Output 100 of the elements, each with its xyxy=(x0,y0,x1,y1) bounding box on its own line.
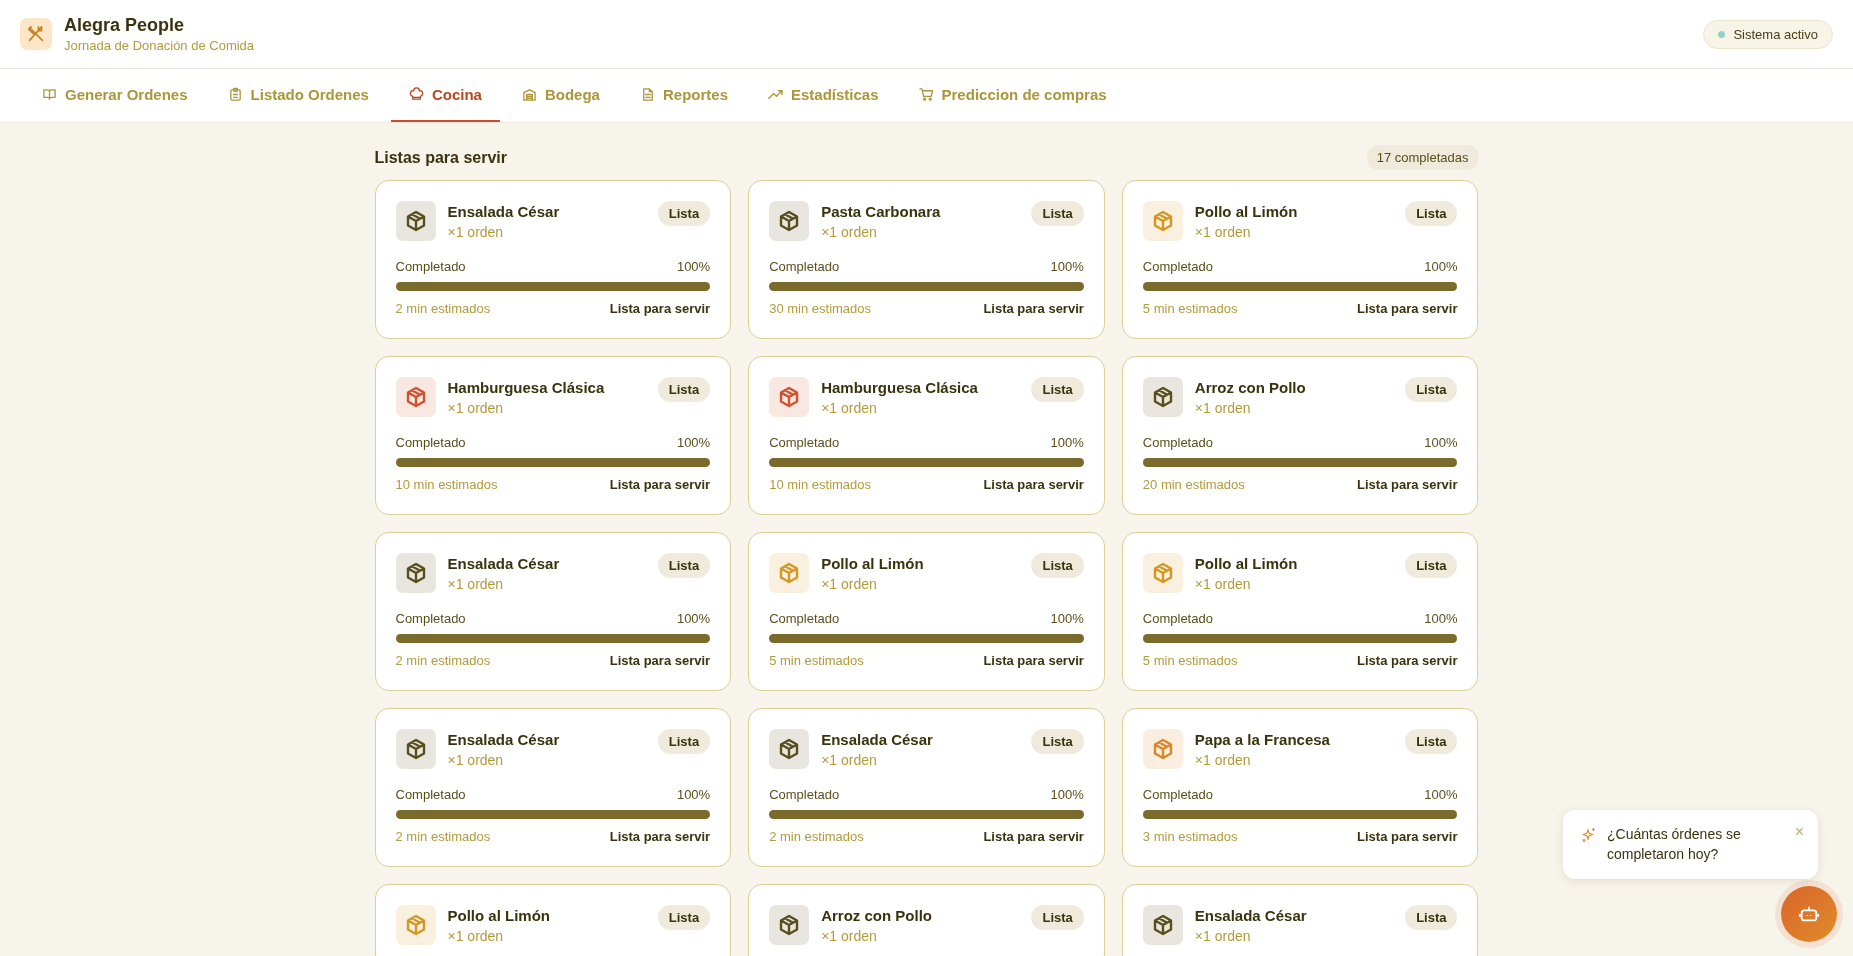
nav-tab[interactable]: Generar Ordenes xyxy=(24,69,206,122)
nav-tab[interactable]: Listado Ordenes xyxy=(209,69,387,122)
app-subtitle: Jornada de Donación de Comida xyxy=(64,38,255,53)
status-badge: Lista xyxy=(1031,201,1084,226)
progress-percent: 100% xyxy=(1050,259,1084,274)
status-badge: Lista xyxy=(657,905,711,930)
ready-status: Lista para servir xyxy=(1357,653,1458,668)
status-badge: Lista xyxy=(657,201,711,226)
progress-label: Completado xyxy=(395,611,466,626)
box-icon xyxy=(1142,377,1183,417)
status-badge: Lista xyxy=(657,377,711,402)
progress-percent: 100% xyxy=(1050,787,1084,802)
progress-percent: 100% xyxy=(1424,259,1458,274)
box-icon xyxy=(395,201,436,241)
progress-percent: 100% xyxy=(676,259,711,274)
status-badge: Lista xyxy=(1031,905,1084,930)
progress-percent: 100% xyxy=(1050,435,1084,450)
trend-icon xyxy=(768,87,783,102)
dish-name: Arroz con Pollo xyxy=(1194,379,1307,396)
box-icon xyxy=(1142,201,1183,241)
book-icon xyxy=(42,87,57,102)
progress-label: Completado xyxy=(1142,787,1213,802)
dish-name: Papa a la Francesa xyxy=(1194,731,1331,748)
section-title: Listas para servir xyxy=(374,148,508,167)
clipboard-icon xyxy=(227,87,243,102)
time-estimate: 5 min estimados xyxy=(1142,301,1238,316)
time-estimate: 5 min estimados xyxy=(769,653,864,668)
dish-name: Ensalada César xyxy=(447,203,561,220)
box-icon xyxy=(395,377,436,417)
time-estimate: 2 min estimados xyxy=(395,301,491,316)
dish-name: Ensalada César xyxy=(821,731,934,748)
status-badge: Lista xyxy=(657,553,711,578)
progress-label: Completado xyxy=(769,259,840,274)
time-estimate: 3 min estimados xyxy=(1142,829,1238,844)
nav-tab[interactable]: Reportes xyxy=(621,69,746,122)
order-count: ×1 orden xyxy=(821,752,878,768)
progress-percent: 100% xyxy=(676,787,711,802)
ready-status: Lista para servir xyxy=(1357,829,1458,844)
box-icon xyxy=(1142,553,1183,593)
status-badge: Lista xyxy=(1405,553,1458,578)
order-count: ×1 orden xyxy=(1194,224,1252,240)
order-count: ×1 orden xyxy=(1194,400,1252,416)
status-badge: Lista xyxy=(657,729,711,754)
status-label: Sistema activo xyxy=(1733,26,1818,42)
box-icon xyxy=(395,729,436,769)
progress-label: Completado xyxy=(395,787,466,802)
progress-label: Completado xyxy=(1142,259,1213,274)
progress-percent: 100% xyxy=(1424,787,1458,802)
ready-status: Lista para servir xyxy=(609,829,711,844)
suggestion-bubble[interactable]: ¿Cuántas órdenes se completaron hoy? × xyxy=(1563,810,1818,879)
time-estimate: 2 min estimados xyxy=(395,829,491,844)
time-estimate: 2 min estimados xyxy=(395,653,491,668)
chef-hat-icon xyxy=(408,87,424,102)
assistant-button[interactable] xyxy=(1781,886,1837,942)
order-count: ×1 orden xyxy=(447,928,505,944)
cart-icon xyxy=(918,87,934,102)
dish-name: Pollo al Limón xyxy=(1194,203,1299,220)
suggestion-text: ¿Cuántas órdenes se completaron hoy? xyxy=(1607,825,1742,865)
close-button[interactable]: × xyxy=(1794,824,1804,840)
nav-tab[interactable]: Bodega xyxy=(503,69,618,122)
order-count: ×1 orden xyxy=(447,224,505,240)
ready-status: Lista para servir xyxy=(983,301,1084,316)
status-badge: Lista xyxy=(1031,553,1084,578)
progress-label: Completado xyxy=(769,787,840,802)
status-badge: Lista xyxy=(1405,729,1458,754)
app-title: Alegra People xyxy=(64,15,186,36)
dish-name: Pollo al Limón xyxy=(447,907,551,924)
order-count: ×1 orden xyxy=(447,576,505,592)
order-count: ×1 orden xyxy=(447,752,505,768)
box-icon xyxy=(395,553,436,593)
time-estimate: 2 min estimados xyxy=(769,829,864,844)
nav-tab[interactable]: Estadísticas xyxy=(750,69,897,122)
nav-tab[interactable]: Cocina xyxy=(390,69,500,122)
order-count: ×1 orden xyxy=(1194,752,1252,768)
status-badge: Lista xyxy=(1031,377,1084,402)
ready-status: Lista para servir xyxy=(609,653,711,668)
ready-status: Lista para servir xyxy=(983,653,1084,668)
progress-percent: 100% xyxy=(1424,611,1458,626)
status-badge: Lista xyxy=(1405,377,1458,402)
ready-status: Lista para servir xyxy=(609,477,711,492)
box-icon xyxy=(769,729,810,769)
dish-name: Hamburguesa Clásica xyxy=(821,379,979,396)
ready-status: Lista para servir xyxy=(1357,301,1458,316)
dish-name: Pollo al Limón xyxy=(821,555,925,572)
box-icon xyxy=(395,905,436,945)
box-icon xyxy=(1142,729,1183,769)
box-icon xyxy=(1142,905,1183,945)
dish-name: Pollo al Limón xyxy=(1194,555,1299,572)
progress-percent: 100% xyxy=(1050,611,1084,626)
status-badge: Lista xyxy=(1405,905,1458,930)
order-count: ×1 orden xyxy=(821,928,878,944)
ready-status: Lista para servir xyxy=(983,477,1084,492)
ready-status: Lista para servir xyxy=(609,301,711,316)
order-count: ×1 orden xyxy=(1194,928,1252,944)
time-estimate: 20 min estimados xyxy=(1142,477,1245,492)
utensils-icon xyxy=(20,18,52,50)
order-count: ×1 orden xyxy=(447,400,505,416)
nav-tab[interactable]: Prediccion de compras xyxy=(900,69,1125,122)
progress-label: Completado xyxy=(395,259,466,274)
order-count: ×1 orden xyxy=(821,576,878,592)
